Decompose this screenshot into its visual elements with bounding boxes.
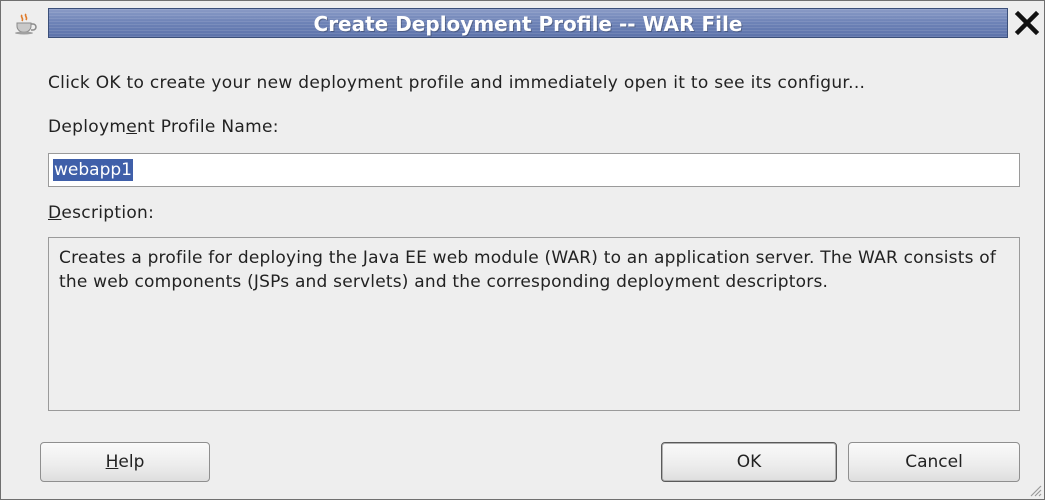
mnemonic-char: D: [48, 203, 62, 223]
close-icon[interactable]: [1012, 7, 1042, 39]
cancel-button[interactable]: Cancel: [848, 442, 1020, 482]
description-text-area[interactable]: Creates a profile for deploying the Java…: [48, 237, 1020, 411]
profile-name-value: webapp1: [53, 159, 133, 181]
dialog-title: Create Deployment Profile -- WAR File: [313, 12, 743, 36]
description-text: Creates a profile for deploying the Java…: [59, 248, 997, 292]
label-part: nt Profile Name:: [136, 117, 279, 137]
help-button[interactable]: Help: [40, 442, 210, 482]
mnemonic-char: e: [126, 117, 137, 137]
resize-grip-icon[interactable]: [1026, 481, 1042, 497]
title-bar[interactable]: Create Deployment Profile -- WAR File: [1, 1, 1044, 45]
button-label: elp: [118, 452, 145, 472]
intro-text: Click OK to create your new deployment p…: [48, 73, 866, 93]
mnemonic-char: H: [105, 452, 119, 472]
button-label: OK: [736, 452, 762, 472]
button-label: Cancel: [905, 452, 963, 472]
create-deployment-profile-dialog: Create Deployment Profile -- WAR File Cl…: [0, 0, 1045, 500]
profile-name-input[interactable]: webapp1: [48, 153, 1020, 187]
label-part: escription:: [61, 203, 155, 223]
java-cup-icon: [13, 11, 39, 35]
ok-button[interactable]: OK: [661, 442, 837, 482]
label-part: Deploym: [48, 117, 127, 137]
description-label: Description:: [48, 203, 154, 223]
profile-name-label: Deployment Profile Name:: [48, 117, 279, 137]
title-band: Create Deployment Profile -- WAR File: [48, 8, 1008, 38]
